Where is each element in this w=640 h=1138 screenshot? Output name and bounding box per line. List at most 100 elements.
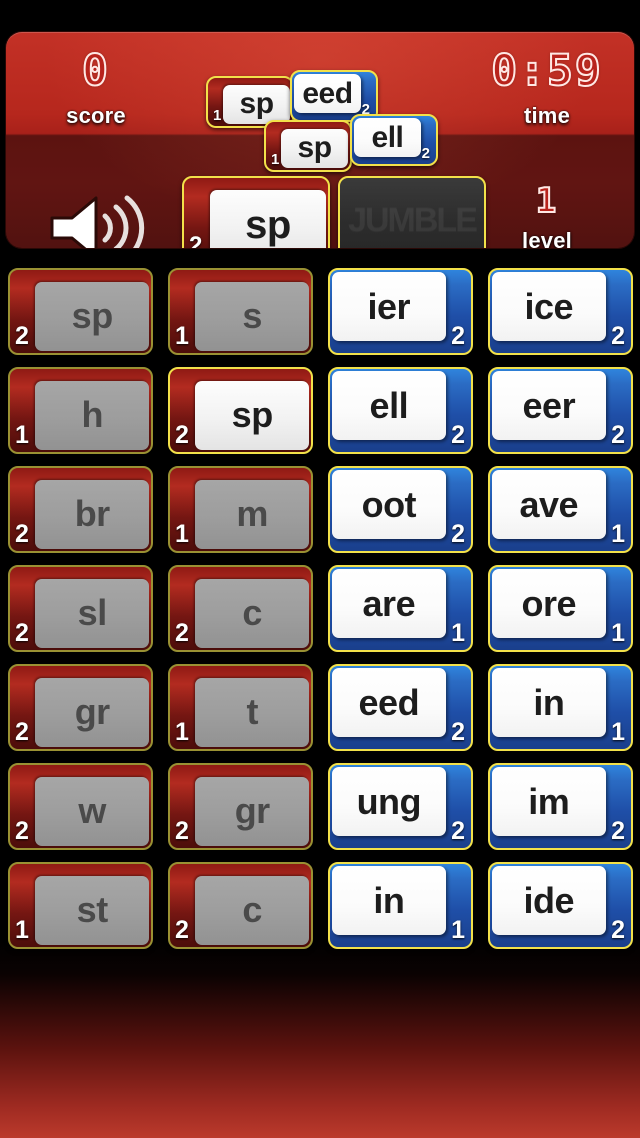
- card-badge: 2: [175, 421, 189, 449]
- card-text: sp: [71, 295, 114, 337]
- card-badge: 2: [451, 718, 465, 746]
- card-badge: 2: [15, 817, 29, 845]
- level-label: level: [522, 228, 572, 248]
- card-panel: oot: [332, 470, 446, 540]
- tile-suffix-eer[interactable]: 2 eer: [488, 367, 633, 454]
- card-badge: 1: [611, 520, 625, 548]
- card-panel: im: [492, 767, 606, 837]
- card-text: c: [242, 889, 262, 931]
- tile-suffix-eed[interactable]: 2 eed: [328, 664, 473, 751]
- card-panel: st: [35, 875, 149, 945]
- word-part-card: 1 sp: [264, 120, 352, 172]
- card-text: gr: [74, 691, 111, 733]
- card-text: sl: [77, 592, 108, 634]
- card-text: st: [76, 889, 109, 931]
- tile-suffix-ier[interactable]: 2 ier: [328, 268, 473, 355]
- tile-prefix-br: 2 br: [8, 466, 153, 553]
- card-text: t: [246, 691, 258, 733]
- card-text: ide: [523, 879, 575, 921]
- tile-suffix-ore[interactable]: 1 ore: [488, 565, 633, 652]
- tile-suffix-in[interactable]: 1 in: [328, 862, 473, 949]
- tile-prefix-sp: 2 sp: [8, 268, 153, 355]
- card-text: sp: [245, 202, 291, 247]
- card-text: ung: [356, 780, 422, 822]
- card-panel: c: [195, 875, 309, 945]
- card-text: in: [533, 681, 565, 723]
- card-badge: 2: [611, 916, 625, 944]
- card-panel: sl: [35, 578, 149, 648]
- score-display: 0 score: [28, 46, 164, 129]
- tile-suffix-ung[interactable]: 2 ung: [328, 763, 473, 850]
- word-slot-suffix-empty[interactable]: JUMBLE: [338, 176, 486, 248]
- card-badge: 2: [451, 421, 465, 449]
- tile-prefix-m: 1m: [168, 466, 313, 553]
- card-text: im: [528, 780, 570, 822]
- tile-suffix-im[interactable]: 2 im: [488, 763, 633, 850]
- card-panel: ore: [492, 569, 606, 639]
- card-badge: 2: [611, 322, 625, 350]
- card-badge: 1: [611, 718, 625, 746]
- card-panel: ave: [492, 470, 606, 540]
- bottom-background-glow: [0, 938, 640, 1138]
- card-text: eed: [358, 681, 420, 723]
- card-text: in: [373, 879, 405, 921]
- tile-prefix-gr: 2 gr: [8, 664, 153, 751]
- tile-prefix-t: 1t: [168, 664, 313, 751]
- tile-suffix-oot[interactable]: 2 oot: [328, 466, 473, 553]
- card-text: are: [362, 582, 416, 624]
- card-panel: m: [195, 479, 309, 549]
- card-panel: ung: [332, 767, 446, 837]
- tile-suffix-in[interactable]: 1 in: [488, 664, 633, 751]
- tile-prefix-c: 2c: [168, 565, 313, 652]
- card-badge: 1: [175, 718, 189, 746]
- card-text: eer: [522, 384, 576, 426]
- tile-suffix-ave[interactable]: 1 ave: [488, 466, 633, 553]
- card-badge: 2: [15, 619, 29, 647]
- tile-prefix-sp[interactable]: 2 sp: [168, 367, 313, 454]
- tile-prefix-h: 1h: [8, 367, 153, 454]
- card-panel: gr: [35, 677, 149, 747]
- card-text: sp: [239, 87, 275, 121]
- tile-suffix-ide[interactable]: 2 ide: [488, 862, 633, 949]
- card-text: w: [78, 790, 106, 832]
- card-badge: 2: [175, 619, 189, 647]
- card-badge: 1: [271, 151, 280, 168]
- card-badge: 2: [15, 322, 29, 350]
- card-panel: t: [195, 677, 309, 747]
- card-badge: 2: [189, 232, 203, 248]
- card-text: m: [236, 493, 268, 535]
- card-badge: 1: [15, 421, 29, 449]
- card-panel: s: [195, 281, 309, 351]
- score-value: 0: [81, 46, 110, 96]
- card-text: eed: [302, 76, 353, 110]
- word-part-card: 2 ell: [350, 114, 438, 166]
- card-badge: 1: [175, 322, 189, 350]
- tile-prefix-sl: 2 sl: [8, 565, 153, 652]
- card-panel: are: [332, 569, 446, 639]
- level-value: 1: [535, 181, 559, 221]
- card-panel: h: [35, 380, 149, 450]
- score-label: score: [66, 103, 126, 128]
- card-panel: c: [195, 578, 309, 648]
- card-panel: ice: [492, 272, 606, 342]
- tile-suffix-are[interactable]: 1 are: [328, 565, 473, 652]
- card-panel: gr: [195, 776, 309, 846]
- card-badge: 2: [451, 817, 465, 845]
- time-display: 0:59 time: [472, 49, 622, 129]
- card-panel: sp: [195, 380, 309, 450]
- card-text: ore: [521, 582, 577, 624]
- card-badge: 2: [421, 145, 430, 162]
- word-slot-prefix[interactable]: 2 sp: [182, 176, 330, 248]
- speaker-on-icon[interactable]: [42, 192, 152, 248]
- tile-suffix-ell[interactable]: 2 ell: [328, 367, 473, 454]
- card-badge: 2: [15, 520, 29, 548]
- tile-suffix-ice[interactable]: 2 ice: [488, 268, 633, 355]
- game-header-panel: 0 score 0:59 time 1 level 1 sp 2 eed 1 s…: [6, 32, 634, 248]
- card-badge: 1: [451, 916, 465, 944]
- card-text: sp: [297, 131, 333, 165]
- card-panel: w: [35, 776, 149, 846]
- card-panel: eer: [492, 371, 606, 441]
- card-badge: 2: [451, 322, 465, 350]
- card-text: ell: [369, 384, 409, 426]
- card-badge: 2: [175, 817, 189, 845]
